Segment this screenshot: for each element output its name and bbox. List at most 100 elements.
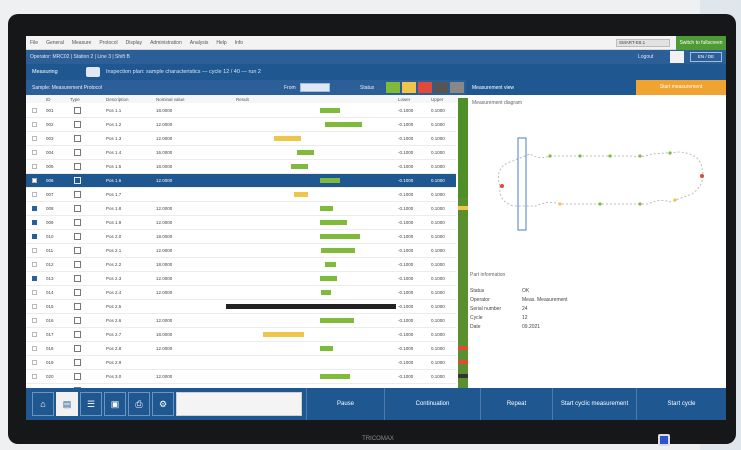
menu-item[interactable]: General	[46, 40, 64, 46]
col-id[interactable]: ID	[46, 97, 51, 102]
row-checkbox[interactable]	[32, 136, 37, 141]
row-checkbox[interactable]	[32, 262, 37, 267]
row-checkbox[interactable]	[32, 318, 37, 323]
status-chip[interactable]	[402, 82, 416, 93]
settings-icon[interactable]: ⚙	[152, 392, 174, 416]
table-row[interactable]: 012 Pos 2.2 18.0000 -0.1000 0.1000	[26, 258, 456, 272]
table-row[interactable]: 016 Pos 2.6 12.0000 -0.1000 0.1000	[26, 314, 456, 328]
col-result[interactable]: Result	[236, 97, 249, 102]
table-row[interactable]: 003 Pos 1.3 12.0000 -0.1000 0.1000	[26, 132, 456, 146]
start-cycle-button[interactable]: Start cycle	[636, 388, 726, 420]
list-icon[interactable]: ☰	[80, 392, 102, 416]
point-marker[interactable]	[638, 202, 642, 206]
row-checkbox[interactable]	[32, 178, 37, 183]
row-checkbox[interactable]	[32, 220, 37, 225]
row-checkbox[interactable]	[32, 122, 37, 127]
scrollbar-thumb[interactable]	[458, 98, 468, 198]
row-checkbox[interactable]	[32, 332, 37, 337]
row-checkbox[interactable]	[32, 290, 37, 295]
table-row[interactable]: 008 Pos 1.8 12.0000 -0.1000 0.1000	[26, 202, 456, 216]
camera-icon[interactable]: ▣	[104, 392, 126, 416]
table-row[interactable]: 006 Pos 1.6 12.0000 -0.1000 0.1000	[26, 174, 456, 188]
col-type[interactable]: Type	[70, 97, 80, 102]
table-row[interactable]: 011 Pos 2.1 12.0000 -0.1000 0.1000	[26, 244, 456, 258]
point-marker[interactable]	[638, 154, 642, 158]
table-row[interactable]: 020 Pos 3.0 12.0000 -0.1000 0.1000	[26, 370, 456, 384]
table-row[interactable]: 001 Pos 1.1 18.0000 -0.1000 0.1000	[26, 104, 456, 118]
search-input[interactable]	[176, 392, 302, 416]
row-description: Pos 1.3	[106, 136, 122, 141]
table-row[interactable]: 009 Pos 1.9 12.0000 -0.1000 0.1000	[26, 216, 456, 230]
table-row[interactable]: 005 Pos 1.5 18.0000 -0.1000 0.1000	[26, 160, 456, 174]
menu-item[interactable]: Help	[216, 40, 226, 46]
table-scrollbar[interactable]	[458, 98, 468, 388]
row-checkbox[interactable]	[32, 374, 37, 379]
point-marker[interactable]	[598, 202, 602, 206]
status-chip[interactable]	[418, 82, 432, 93]
power-button[interactable]	[658, 434, 670, 446]
characteristic-type-icon	[74, 261, 81, 268]
row-checkbox[interactable]	[32, 206, 37, 211]
table-row[interactable]: 013 Pos 2.3 12.0000 -0.1000 0.1000	[26, 272, 456, 286]
point-marker[interactable]	[558, 202, 562, 206]
continuation-button[interactable]: Continuation	[384, 388, 480, 420]
table-row[interactable]: 002 Pos 1.2 12.0000 -0.1000 0.1000	[26, 118, 456, 132]
row-checkbox[interactable]	[32, 234, 37, 239]
fullscreen-button[interactable]: Switch to fullscreen	[676, 36, 726, 50]
language-select[interactable]: EN / DE	[690, 52, 722, 62]
menu-item[interactable]: File	[30, 40, 38, 46]
menu-item[interactable]: Info	[235, 40, 243, 46]
selected-section[interactable]	[517, 137, 527, 231]
row-checkbox[interactable]	[32, 150, 37, 155]
table-row[interactable]: 004 Pos 1.4 16.0000 -0.1000 0.1000	[26, 146, 456, 160]
table-row[interactable]: 007 Pos 1.7 -0.1000 0.1000	[26, 188, 456, 202]
row-checkbox[interactable]	[32, 108, 37, 113]
table-row[interactable]: 014 Pos 2.4 12.0000 -0.1000 0.1000	[26, 286, 456, 300]
table-row[interactable]: 018 Pos 2.8 12.0000 -0.1000 0.1000	[26, 342, 456, 356]
row-checkbox[interactable]	[32, 276, 37, 281]
home-icon[interactable]: ⌂	[32, 392, 54, 416]
point-marker[interactable]	[500, 184, 504, 188]
row-checkbox[interactable]	[32, 360, 37, 365]
start-cyclic-measurement-button[interactable]: Start cyclic measurement	[552, 388, 636, 420]
start-measurement-button[interactable]: Start measurement	[636, 80, 726, 95]
col-description[interactable]: Description	[106, 97, 129, 102]
status-field[interactable]: SMART-E8.1	[616, 39, 670, 47]
row-checkbox[interactable]	[32, 164, 37, 169]
repeat-button[interactable]: Repeat	[480, 388, 552, 420]
col-nominal[interactable]: Nominal value	[156, 97, 185, 102]
logout-label[interactable]: Logout	[638, 54, 653, 60]
table-row[interactable]: 017 Pos 2.7 18.0000 -0.1000 0.1000	[26, 328, 456, 342]
print-icon[interactable]: ⎙	[128, 392, 150, 416]
row-checkbox[interactable]	[32, 346, 37, 351]
row-checkbox[interactable]	[32, 192, 37, 197]
row-id: 010	[46, 234, 54, 239]
point-marker[interactable]	[578, 154, 582, 158]
row-description: Pos 2.7	[106, 332, 122, 337]
point-marker[interactable]	[668, 151, 672, 155]
menu-item[interactable]: Analysis	[190, 40, 209, 46]
point-marker[interactable]	[673, 198, 677, 202]
pause-button[interactable]: Pause	[306, 388, 384, 420]
status-chip[interactable]	[386, 82, 400, 93]
status-chip[interactable]	[450, 82, 464, 93]
menu-item[interactable]: Measure	[72, 40, 91, 46]
info-icon[interactable]	[86, 67, 100, 77]
row-checkbox[interactable]	[32, 248, 37, 253]
status-chip[interactable]	[434, 82, 448, 93]
menu-item[interactable]: Administration	[150, 40, 182, 46]
from-input[interactable]	[300, 83, 330, 92]
col-upper[interactable]: Upper	[431, 97, 443, 102]
table-row[interactable]: 015 Pos 2.5 -0.1000 0.1000	[26, 300, 456, 314]
document-icon[interactable]: ▤	[56, 392, 78, 416]
point-marker[interactable]	[700, 174, 704, 178]
menu-item[interactable]: Display	[126, 40, 142, 46]
table-row[interactable]: 019 Pos 2.9 -0.1000 0.1000	[26, 356, 456, 370]
menu-item[interactable]: Protocol	[99, 40, 117, 46]
logout-icon[interactable]	[670, 51, 684, 63]
point-marker[interactable]	[608, 154, 612, 158]
col-lower[interactable]: Lower	[398, 97, 410, 102]
point-marker[interactable]	[548, 154, 552, 158]
row-checkbox[interactable]	[32, 304, 37, 309]
table-row[interactable]: 010 Pos 2.0 18.0000 -0.1000 0.1000	[26, 230, 456, 244]
